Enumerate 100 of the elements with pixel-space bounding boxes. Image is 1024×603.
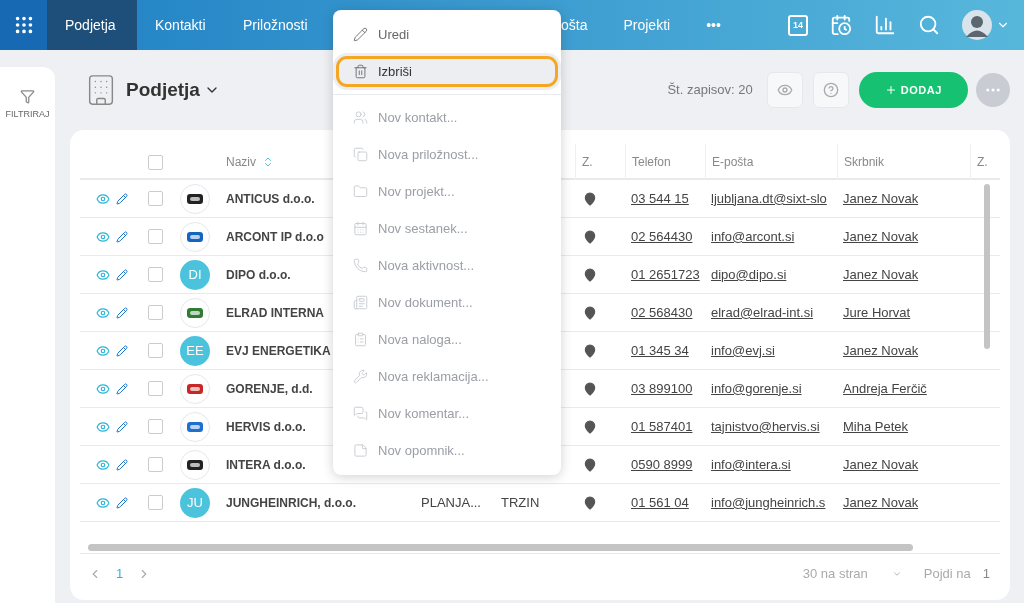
email-link[interactable]: info@arcont.si bbox=[711, 228, 795, 244]
go-to-field[interactable]: 1 bbox=[982, 564, 990, 584]
location-pin-icon[interactable] bbox=[583, 191, 597, 206]
edit-icon[interactable] bbox=[116, 344, 128, 357]
location-pin-icon[interactable] bbox=[583, 495, 597, 510]
owner-link[interactable]: Janez Novak bbox=[843, 266, 919, 282]
row-checkbox[interactable] bbox=[147, 191, 163, 206]
location-pin-icon[interactable] bbox=[583, 267, 597, 282]
edit-icon[interactable] bbox=[116, 382, 128, 395]
user-avatar[interactable] bbox=[962, 10, 992, 40]
company-logo-icon bbox=[180, 183, 210, 214]
eye-icon[interactable] bbox=[776, 82, 793, 98]
select-all-checkbox[interactable] bbox=[147, 154, 163, 170]
nav-tab[interactable]: Podjetja bbox=[47, 0, 137, 50]
phone-link[interactable]: 01 561 04 bbox=[631, 494, 689, 510]
email-link[interactable]: dipo@dipo.si bbox=[711, 266, 787, 282]
edit-icon[interactable] bbox=[116, 192, 128, 205]
horizontal-scrollbar[interactable] bbox=[88, 544, 913, 551]
email-link[interactable]: info@gorenje.si bbox=[711, 380, 802, 396]
column-header[interactable]: Naziv bbox=[226, 153, 256, 171]
menu-item[interactable]: Izbriši bbox=[333, 53, 561, 90]
email-link[interactable]: info@evj.si bbox=[711, 342, 775, 358]
edit-icon[interactable] bbox=[116, 420, 128, 433]
edit-icon[interactable] bbox=[116, 230, 128, 243]
plus-icon[interactable] bbox=[884, 84, 897, 96]
location-pin-icon[interactable] bbox=[583, 305, 597, 320]
owner-link[interactable]: Janez Novak bbox=[843, 342, 919, 358]
row-checkbox[interactable] bbox=[147, 457, 163, 472]
owner-link[interactable]: Janez Novak bbox=[843, 190, 919, 206]
vertical-scrollbar[interactable] bbox=[984, 184, 990, 349]
filter-icon[interactable] bbox=[20, 89, 35, 104]
phone-link[interactable]: 02 568430 bbox=[631, 304, 693, 320]
phone-link[interactable]: 03 544 15 bbox=[631, 190, 689, 206]
email-link[interactable]: ljubljana.dt@sixt-slo bbox=[711, 190, 827, 206]
view-title-dropdown[interactable]: Podjetja bbox=[126, 75, 220, 105]
search-icon[interactable] bbox=[918, 14, 940, 36]
row-checkbox[interactable] bbox=[147, 419, 163, 434]
owner-link[interactable]: Janez Novak bbox=[843, 456, 919, 472]
email-link[interactable]: tajnistvo@hervis.si bbox=[711, 418, 820, 434]
email-link[interactable]: elrad@elrad-int.si bbox=[711, 304, 814, 320]
view-icon[interactable] bbox=[96, 229, 110, 244]
location-pin-icon[interactable] bbox=[583, 381, 597, 396]
edit-icon[interactable] bbox=[116, 268, 128, 281]
company-logo-icon bbox=[180, 411, 210, 442]
location-pin-icon[interactable] bbox=[583, 419, 597, 434]
view-icon[interactable] bbox=[96, 343, 110, 358]
edit-icon[interactable] bbox=[116, 496, 128, 509]
company-name: INTERA d.o.o. bbox=[226, 457, 306, 472]
row-checkbox[interactable] bbox=[147, 343, 163, 358]
view-icon[interactable] bbox=[96, 457, 110, 472]
column-header[interactable]: Z. bbox=[977, 153, 988, 171]
owner-link[interactable]: Jure Horvat bbox=[843, 304, 911, 320]
sort-icon[interactable] bbox=[262, 156, 274, 168]
view-icon[interactable] bbox=[96, 305, 110, 320]
help-button[interactable] bbox=[812, 72, 849, 108]
column-header[interactable]: Skrbnik bbox=[844, 153, 884, 171]
menu-item-icon[interactable] bbox=[353, 27, 368, 42]
phone-link[interactable]: 01 587401 bbox=[631, 418, 693, 434]
owner-link[interactable]: Miha Petek bbox=[843, 418, 909, 434]
view-icon[interactable] bbox=[96, 419, 110, 434]
row-checkbox[interactable] bbox=[147, 229, 163, 244]
view-icon[interactable] bbox=[96, 191, 110, 206]
row-checkbox[interactable] bbox=[147, 495, 163, 510]
nav-tab[interactable]: Kontakti bbox=[137, 0, 225, 50]
view-icon[interactable] bbox=[96, 267, 110, 282]
phone-link[interactable]: 01 345 34 bbox=[631, 342, 689, 358]
location-pin-icon[interactable] bbox=[583, 457, 597, 472]
column-header[interactable]: Telefon bbox=[632, 153, 671, 171]
column-header[interactable]: Z. bbox=[582, 153, 593, 171]
phone-link[interactable]: 0590 8999 bbox=[631, 456, 693, 472]
location-pin-icon[interactable] bbox=[583, 343, 597, 358]
more-button[interactable] bbox=[976, 73, 1010, 107]
location-pin-icon[interactable] bbox=[583, 229, 597, 244]
apps-menu-button[interactable] bbox=[0, 0, 47, 50]
menu-item[interactable]: Uredi bbox=[333, 16, 561, 53]
row-checkbox[interactable] bbox=[147, 305, 163, 320]
reports-icon[interactable] bbox=[874, 14, 896, 36]
email-link[interactable]: info@jungheinrich.s bbox=[711, 494, 826, 510]
owner-link[interactable]: Andreja Ferčič bbox=[843, 380, 927, 396]
view-icon[interactable] bbox=[96, 495, 110, 510]
phone-link[interactable]: 01 2651723 bbox=[631, 266, 700, 282]
edit-icon[interactable] bbox=[116, 306, 128, 319]
phone-link[interactable]: 03 899100 bbox=[631, 380, 693, 396]
owner-link[interactable]: Janez Novak bbox=[843, 494, 919, 510]
phone-link[interactable]: 02 564430 bbox=[631, 228, 693, 244]
column-header[interactable]: E-pošta bbox=[712, 153, 754, 171]
view-icon[interactable] bbox=[96, 381, 110, 396]
email-link[interactable]: info@intera.si bbox=[711, 456, 791, 472]
row-checkbox[interactable] bbox=[147, 267, 163, 282]
view-button[interactable] bbox=[766, 72, 803, 108]
company-avatar: JU bbox=[180, 487, 210, 518]
edit-icon[interactable] bbox=[116, 458, 128, 471]
row-checkbox[interactable] bbox=[147, 381, 163, 396]
filter-label[interactable]: FILTRIRAJ bbox=[5, 108, 50, 122]
nav-tab[interactable]: Priložnosti bbox=[225, 0, 334, 50]
menu-item-icon[interactable] bbox=[353, 64, 368, 79]
help-icon[interactable] bbox=[822, 82, 839, 98]
record-count: Št. zapisov: 20 bbox=[667, 81, 753, 100]
owner-link[interactable]: Janez Novak bbox=[843, 228, 919, 244]
scheduler-icon[interactable] bbox=[830, 14, 852, 36]
